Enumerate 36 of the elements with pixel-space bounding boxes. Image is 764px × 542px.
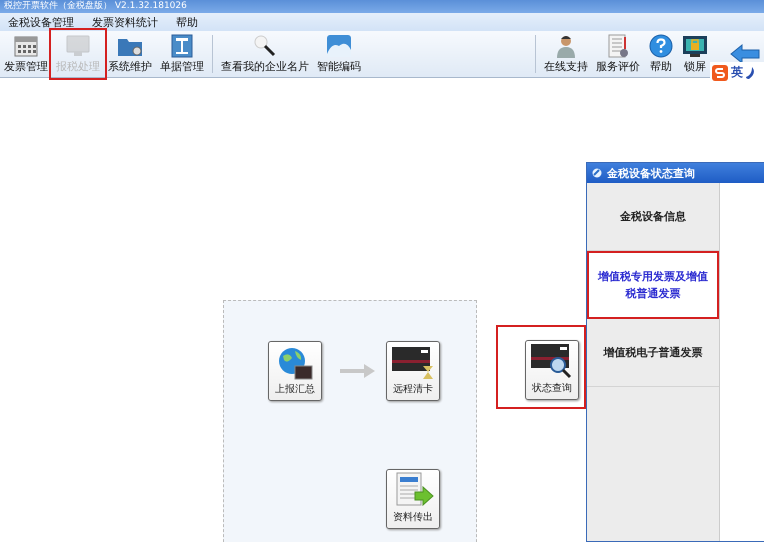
document-icon xyxy=(169,34,195,58)
moon-icon xyxy=(746,66,756,78)
back-arrow-icon[interactable] xyxy=(730,43,760,65)
lock-screen-icon xyxy=(682,34,708,58)
status-query-button[interactable]: 状态查询 xyxy=(525,340,579,400)
function-button[interactable]: 上报汇总 xyxy=(268,341,322,401)
menu-item[interactable]: 发票资料统计 xyxy=(92,14,158,30)
card-hourglass-icon xyxy=(391,346,435,380)
input-method-logo-icon xyxy=(712,64,728,80)
dialog-title: 金税设备状态查询 xyxy=(607,166,695,180)
cloud-icon xyxy=(326,34,352,58)
help-icon xyxy=(648,34,674,58)
function-button[interactable]: 远程清卡 xyxy=(386,341,440,401)
input-method-bar[interactable]: 英 xyxy=(710,62,764,83)
window-title: 税控开票软件（金税盘版） V2.1.32.181026 xyxy=(4,1,187,11)
toolbar-button[interactable]: 帮助 xyxy=(644,31,678,77)
toolbar-button[interactable]: 发票管理 xyxy=(0,31,52,77)
toolbar-button[interactable]: 智能编码 xyxy=(313,31,365,77)
toolbar-button[interactable]: 在线支持 xyxy=(540,31,592,77)
toolbar-button[interactable]: 系统维护 xyxy=(104,31,156,77)
input-language-label: 英 xyxy=(731,64,743,81)
calendar-icon xyxy=(13,34,39,58)
globe-icon xyxy=(277,346,313,380)
menu-item[interactable]: 帮助 xyxy=(176,14,198,30)
toolbar-button[interactable]: 查看我的企业名片 xyxy=(217,31,313,77)
monitor-icon xyxy=(65,34,91,58)
toolbar-button[interactable]: 服务评价 xyxy=(592,31,644,77)
flow-arrow xyxy=(340,363,376,379)
function-button[interactable]: 资料传出 xyxy=(386,469,440,529)
magnifier-icon xyxy=(252,34,278,58)
card-magnifier-icon xyxy=(530,343,574,379)
side-tab[interactable]: 增值税专用发票及增值税普通发票 xyxy=(587,251,719,319)
toolbar-button[interactable]: 锁屏 xyxy=(678,31,712,77)
toolbar-button[interactable]: 单据管理 xyxy=(156,31,208,77)
menu-item[interactable]: 金税设备管理 xyxy=(8,14,74,30)
dialog-app-icon xyxy=(592,168,602,178)
